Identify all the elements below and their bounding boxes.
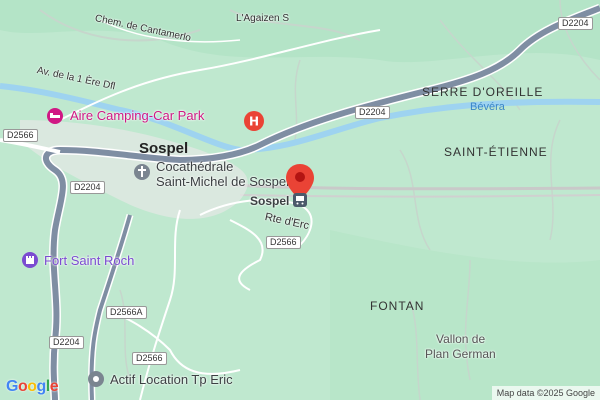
poi-label-camping[interactable]: Aire Camping-Car Park: [70, 109, 204, 122]
road-shield-d2204-mid: D2204: [355, 106, 390, 119]
business-icon[interactable]: [87, 370, 105, 393]
road-shield-d2204-bottom: D2204: [49, 336, 84, 349]
church-icon[interactable]: [133, 163, 151, 186]
river-label-bevera: Bévéra: [470, 101, 505, 113]
place-label-saint-etienne: SAINT-ÉTIENNE: [444, 145, 548, 159]
svg-text:H: H: [249, 115, 259, 129]
place-label-fontan: FONTAN: [370, 299, 425, 313]
poi-label-actif-location[interactable]: Actif Location Tp Eric: [110, 373, 233, 386]
road-shield-d2566a: D2566A: [106, 306, 147, 319]
place-label-sospel: Sospel: [139, 140, 189, 157]
map-canvas[interactable]: Sospel SAINT-ÉTIENNE SERRE D'OREILLE FON…: [0, 0, 600, 400]
road-shield-d2204-left: D2204: [70, 181, 105, 194]
google-logo[interactable]: Google: [6, 378, 59, 396]
place-label-vallon: Vallon de: [436, 332, 486, 346]
place-label-plan-german: Plan German: [425, 347, 496, 361]
street-label-agaizen: L'Agaizen S: [236, 13, 290, 24]
bed-icon[interactable]: [46, 107, 64, 130]
poi-label-fort[interactable]: Fort Saint Roch: [44, 254, 134, 267]
road-shield-d2566-bottom: D2566: [132, 352, 167, 365]
train-icon[interactable]: [292, 192, 308, 213]
map-attribution[interactable]: Map data ©2025 Google: [491, 386, 600, 400]
place-label-serre-d-oreille: SERRE D'OREILLE: [422, 85, 544, 99]
road-shield-d2204-top: D2204: [558, 17, 593, 30]
road-shield-d2566-center: D2566: [266, 236, 301, 249]
poi-label-station[interactable]: Sospel: [250, 195, 289, 207]
poi-label-cathedral-line2[interactable]: Saint-Michel de Sospel: [156, 175, 289, 188]
road-shield-d2566-left: D2566: [3, 129, 38, 142]
hospital-icon[interactable]: H: [243, 110, 265, 137]
castle-icon[interactable]: [21, 251, 39, 274]
poi-label-cathedral-line1[interactable]: Cocathédrale: [156, 160, 233, 173]
